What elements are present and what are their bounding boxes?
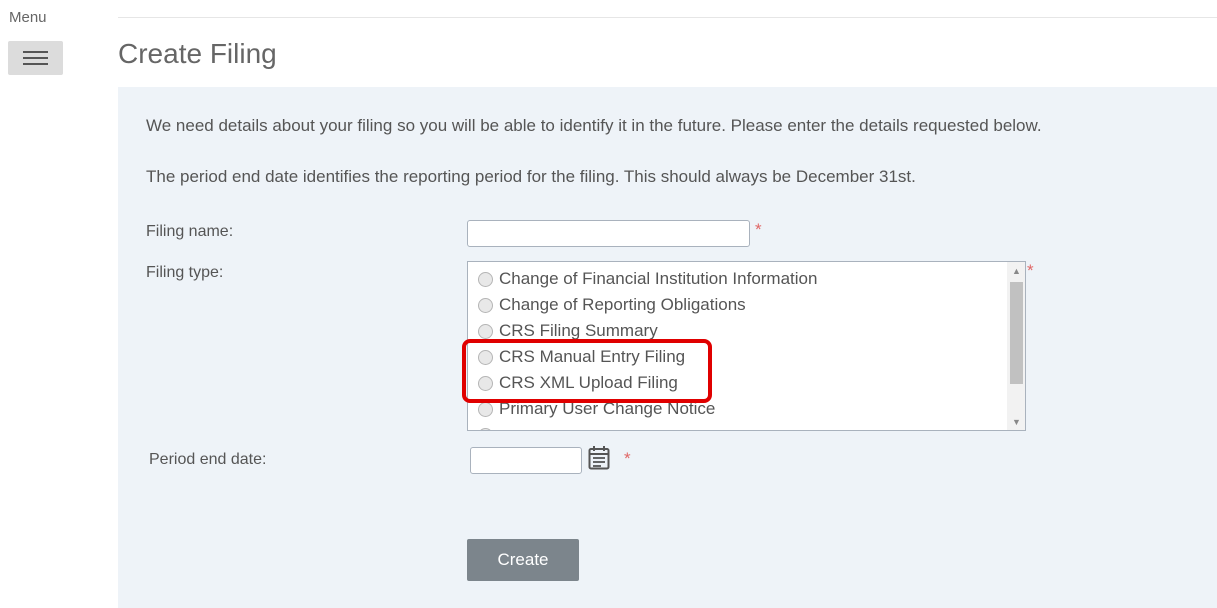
filing-name-input[interactable] [467, 220, 750, 247]
menu-label: Menu [9, 9, 47, 26]
calendar-icon[interactable] [588, 445, 610, 470]
period-end-date-label: Period end date: [149, 451, 267, 468]
filing-type-option[interactable]: Change of Reporting Obligations [478, 292, 746, 318]
radio-icon[interactable] [478, 271, 493, 287]
filing-type-option-partial[interactable] [478, 422, 499, 430]
page-title: Create Filing [118, 38, 277, 69]
intro-text: We need details about your filing so you… [146, 116, 1042, 135]
menu-button[interactable] [8, 41, 63, 75]
radio-icon[interactable] [478, 401, 493, 417]
filing-type-option[interactable]: CRS Manual Entry Filing [478, 344, 685, 370]
filing-name-label: Filing name: [146, 223, 234, 240]
filing-type-option[interactable]: CRS XML Upload Filing [478, 370, 678, 396]
scroll-up-icon[interactable]: ▲ [1012, 266, 1021, 276]
period-end-date-required-mark: * [624, 449, 631, 468]
radio-icon[interactable] [478, 375, 493, 391]
scrollbar-thumb[interactable] [1010, 282, 1023, 384]
filing-type-option[interactable]: Change of Financial Institution Informat… [478, 266, 817, 292]
filing-type-label: Filing type: [146, 264, 224, 281]
scroll-down-icon[interactable]: ▼ [1012, 417, 1021, 427]
period-end-date-input[interactable] [470, 447, 582, 474]
filing-type-scrollbar[interactable]: ▲ ▼ [1007, 262, 1025, 430]
filing-type-option[interactable]: CRS Filing Summary [478, 318, 658, 344]
create-button[interactable]: Create [467, 539, 579, 581]
filing-name-required-mark: * [755, 220, 762, 239]
filing-type-list[interactable]: Change of Financial Institution Informat… [467, 261, 1026, 431]
header-divider [118, 17, 1217, 18]
radio-icon[interactable] [478, 427, 493, 430]
radio-icon[interactable] [478, 349, 493, 365]
period-help-text: The period end date identifies the repor… [146, 167, 916, 186]
radio-icon[interactable] [478, 323, 493, 339]
filing-type-required-mark: * [1027, 261, 1034, 280]
radio-icon[interactable] [478, 297, 493, 313]
filing-type-option[interactable]: Primary User Change Notice [478, 396, 715, 422]
